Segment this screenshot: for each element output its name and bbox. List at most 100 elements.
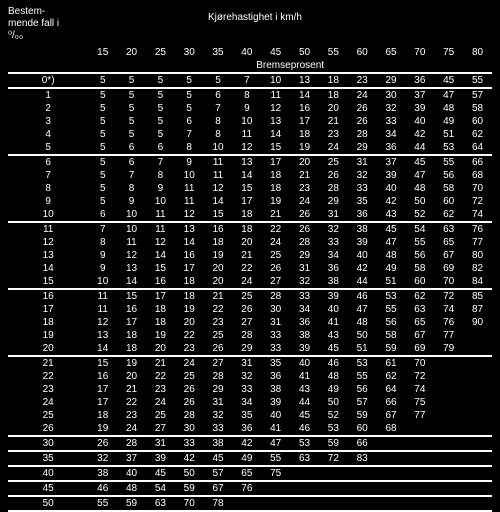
brake-value: 11 xyxy=(146,222,175,236)
brake-value: 25 xyxy=(175,370,204,383)
brake-value: 46 xyxy=(319,356,348,370)
brake-value: 67 xyxy=(204,481,233,496)
brake-value: 41 xyxy=(261,422,290,436)
brake-value: 17 xyxy=(232,195,261,208)
brake-value: 17 xyxy=(261,155,290,169)
brake-value: 5 xyxy=(117,115,146,128)
brake-value: 11 xyxy=(146,208,175,222)
brake-value xyxy=(434,370,463,383)
brake-value: 63 xyxy=(146,496,175,511)
brake-value: 12 xyxy=(204,182,233,195)
fall-label: 0*) xyxy=(8,73,88,88)
brake-value: 7 xyxy=(117,169,146,182)
brake-value: 5 xyxy=(88,88,117,102)
brake-value: 34 xyxy=(377,128,406,141)
brake-value: 74 xyxy=(463,208,492,222)
brake-value: 5 xyxy=(88,169,117,182)
brake-value: 19 xyxy=(204,249,233,262)
brake-value: 24 xyxy=(261,236,290,249)
brake-value: 33 xyxy=(290,289,319,303)
brake-value: 38 xyxy=(290,329,319,342)
brake-value: 66 xyxy=(377,396,406,409)
fall-label: 20 xyxy=(8,342,88,356)
brake-value: 63 xyxy=(405,303,434,316)
brake-value: 14 xyxy=(146,249,175,262)
brake-value: 26 xyxy=(348,115,377,128)
brake-value: 74 xyxy=(434,303,463,316)
brake-value: 26 xyxy=(290,208,319,222)
brake-value: 18 xyxy=(146,316,175,329)
brake-value: 26 xyxy=(290,222,319,236)
brake-value: 25 xyxy=(232,289,261,303)
brake-value: 18 xyxy=(117,329,146,342)
brake-value xyxy=(405,481,434,496)
brake-value: 28 xyxy=(232,329,261,342)
brake-value: 40 xyxy=(377,182,406,195)
brake-value: 23 xyxy=(204,316,233,329)
brake-value: 80 xyxy=(463,249,492,262)
brake-value: 76 xyxy=(232,481,261,496)
brake-value: 5 xyxy=(88,155,117,169)
brake-value: 21 xyxy=(117,383,146,396)
brake-value: 10 xyxy=(204,141,233,155)
brake-value: 29 xyxy=(204,383,233,396)
brake-value: 60 xyxy=(405,275,434,289)
brake-value: 84 xyxy=(463,275,492,289)
brake-value: 36 xyxy=(319,262,348,275)
brake-value: 31 xyxy=(146,436,175,451)
brake-value: 59 xyxy=(117,496,146,511)
fall-label: 50 xyxy=(8,496,88,511)
brake-value: 40 xyxy=(261,409,290,422)
brake-value: 31 xyxy=(232,356,261,370)
brake-value: 39 xyxy=(405,102,434,115)
fall-label: 16 xyxy=(8,289,88,303)
brake-value: 14 xyxy=(88,342,117,356)
brake-value: 39 xyxy=(348,236,377,249)
brake-value: 90 xyxy=(463,316,492,329)
brake-value: 16 xyxy=(88,370,117,383)
brake-value: 44 xyxy=(405,141,434,155)
brake-value: 21 xyxy=(319,115,348,128)
brake-value: 66 xyxy=(463,155,492,169)
brake-value: 77 xyxy=(405,409,434,422)
brake-value: 6 xyxy=(204,88,233,102)
brake-value: 50 xyxy=(175,466,204,481)
brake-value: 39 xyxy=(377,169,406,182)
brake-value xyxy=(348,466,377,481)
brake-value: 33 xyxy=(175,436,204,451)
brake-value: 5 xyxy=(146,73,175,88)
brake-value: 26 xyxy=(319,169,348,182)
brake-value: 58 xyxy=(434,182,463,195)
fall-label: 2 xyxy=(8,102,88,115)
brake-value: 13 xyxy=(175,222,204,236)
brake-value: 32 xyxy=(319,222,348,236)
brake-value: 32 xyxy=(377,102,406,115)
brake-value: 65 xyxy=(434,236,463,249)
brake-value: 16 xyxy=(146,275,175,289)
brake-value xyxy=(434,383,463,396)
brake-value xyxy=(434,396,463,409)
fall-label: 7 xyxy=(8,169,88,182)
sub-title: Bremseprosent xyxy=(88,59,492,73)
brake-value: 20 xyxy=(146,342,175,356)
brake-value: 33 xyxy=(348,182,377,195)
brake-value: 5 xyxy=(175,102,204,115)
brake-value: 13 xyxy=(261,115,290,128)
brake-value xyxy=(463,329,492,342)
brake-value: 18 xyxy=(290,128,319,141)
brake-value: 14 xyxy=(290,88,319,102)
brake-value xyxy=(434,409,463,422)
brake-value: 12 xyxy=(88,316,117,329)
brake-value: 22 xyxy=(146,370,175,383)
brake-value: 17 xyxy=(88,396,117,409)
brake-value: 23 xyxy=(117,409,146,422)
brake-value xyxy=(348,481,377,496)
speed-header: 40 xyxy=(232,46,261,59)
brake-value: 37 xyxy=(405,88,434,102)
brake-value: 19 xyxy=(146,329,175,342)
brake-value: 13 xyxy=(290,73,319,88)
brake-value: 57 xyxy=(204,466,233,481)
speed-header: 70 xyxy=(405,46,434,59)
brake-value: 53 xyxy=(348,356,377,370)
fall-label: 12 xyxy=(8,236,88,249)
